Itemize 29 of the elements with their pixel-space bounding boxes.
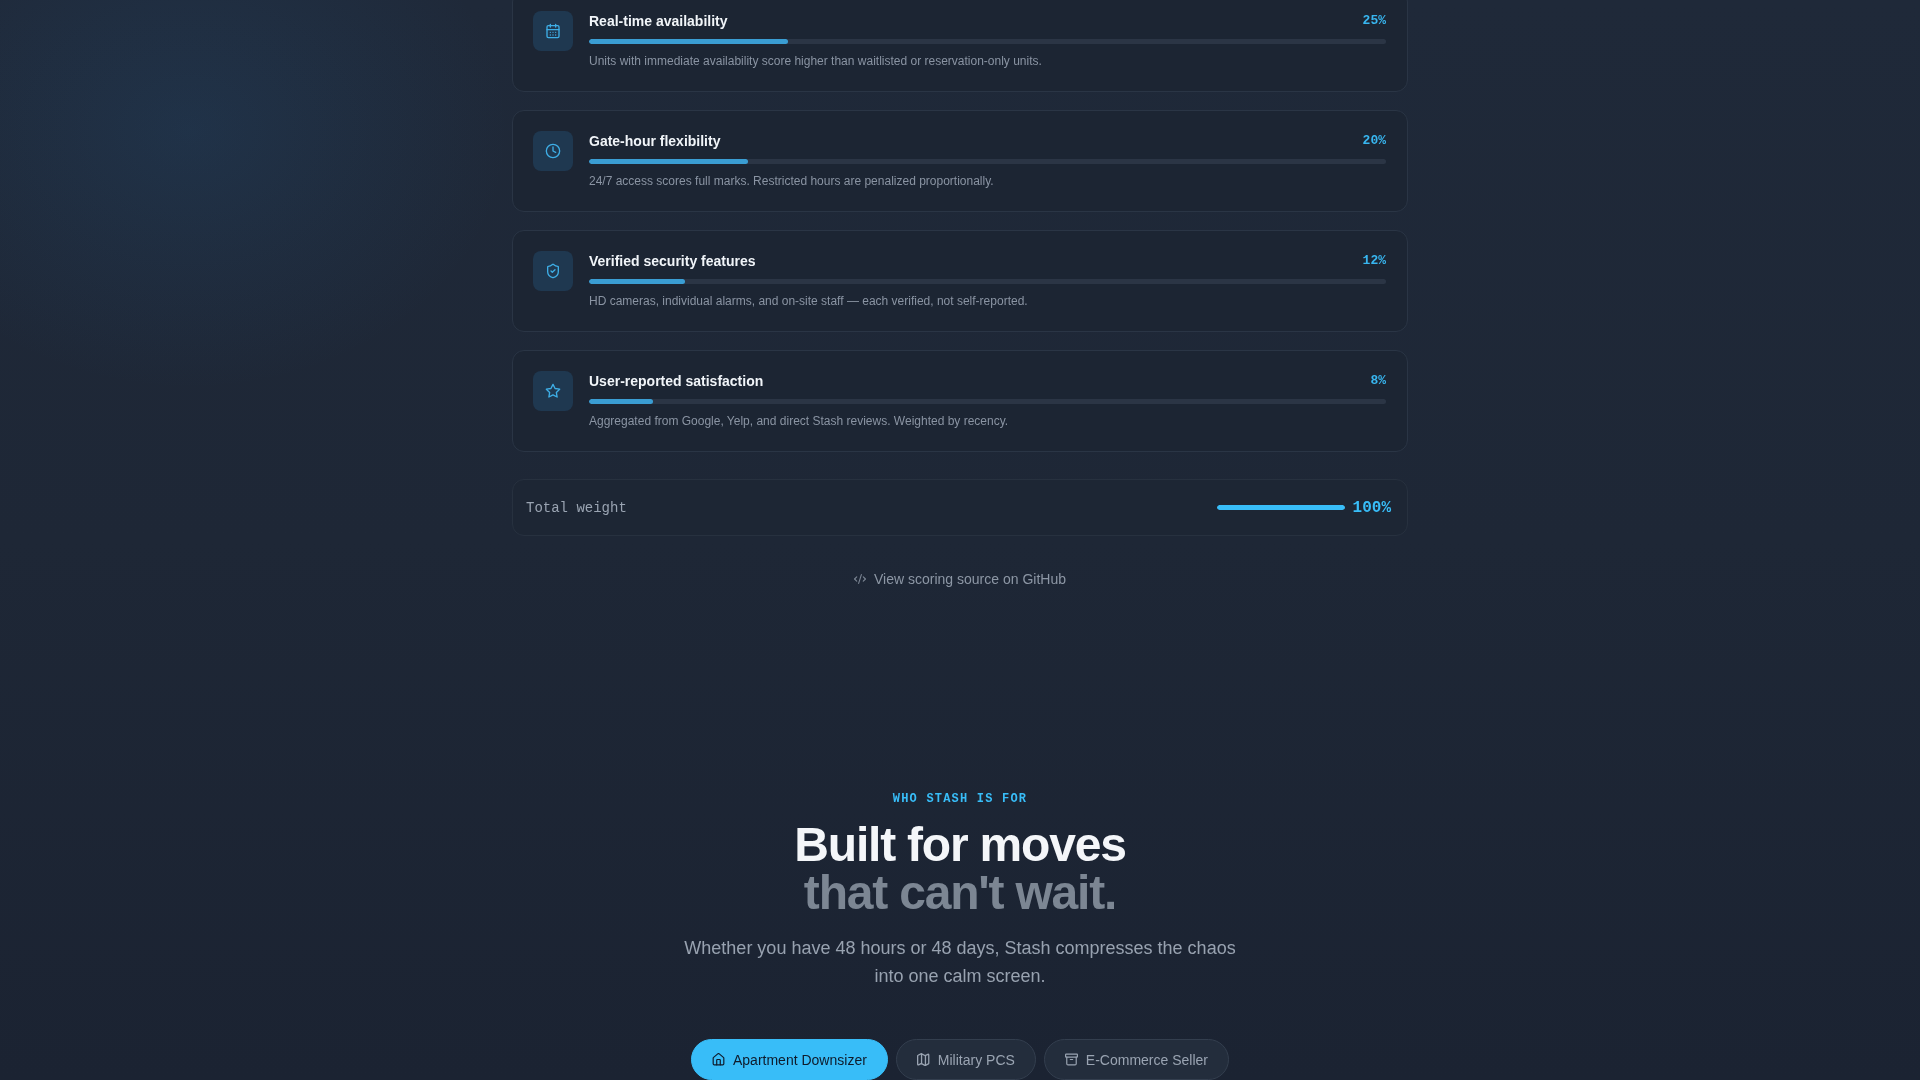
criterion-description: HD cameras, individual alarms, and on-site staff — each verified, not self-reported. bbox=[589, 293, 1029, 309]
section-eyebrow: WHO STASH IS FOR bbox=[892, 791, 1028, 807]
code-icon bbox=[854, 574, 866, 584]
criterion-description: 24/7 access scores full marks. Restricted hours are penalized proportionally. bbox=[589, 173, 995, 189]
section-subtitle: Whether you have 48 hours or 48 days, Stash compresses the chaos into one calm screen. bbox=[683, 937, 1237, 988]
persona-button[interactable]: Military PCS bbox=[895, 1039, 1036, 1080]
total-weight-value: 100% bbox=[1352, 498, 1391, 517]
persona-button[interactable]: Apartment Downsizer bbox=[691, 1039, 888, 1080]
persona-button[interactable]: E-Commerce Seller bbox=[1043, 1039, 1229, 1080]
weight-percent: 8% bbox=[1370, 372, 1386, 390]
weight-percent: 12% bbox=[1362, 252, 1386, 270]
house-icon bbox=[712, 1053, 725, 1066]
folded-map-icon bbox=[916, 1053, 930, 1066]
calendar-icon bbox=[533, 11, 573, 51]
section-heading: Built for moves bbox=[794, 821, 1126, 869]
shield-check-icon bbox=[533, 251, 573, 291]
criterion-title: Gate-hour flexibility bbox=[589, 132, 721, 151]
section-heading-muted: that can't wait. bbox=[803, 869, 1117, 917]
github-source-link[interactable]: View scoring source on GitHub bbox=[854, 569, 1066, 589]
weight-percent: 20% bbox=[1362, 132, 1386, 150]
criterion-title: Verified security features bbox=[589, 252, 756, 271]
criterion-title: Real-time availability bbox=[589, 12, 728, 31]
criterion-description: Aggregated from Google, Yelp, and direct Stash reviews. Weighted by recency. bbox=[589, 413, 1010, 429]
clock-icon bbox=[533, 131, 573, 171]
weight-percent: 25% bbox=[1362, 12, 1386, 30]
criterion-title: User-reported satisfaction bbox=[589, 372, 764, 391]
archive-box-icon bbox=[1064, 1053, 1078, 1066]
total-weight-label: Total weight bbox=[526, 499, 627, 516]
criterion-description: Units with immediate availability score higher than waitlisted or reservation-only units. bbox=[589, 53, 1043, 69]
